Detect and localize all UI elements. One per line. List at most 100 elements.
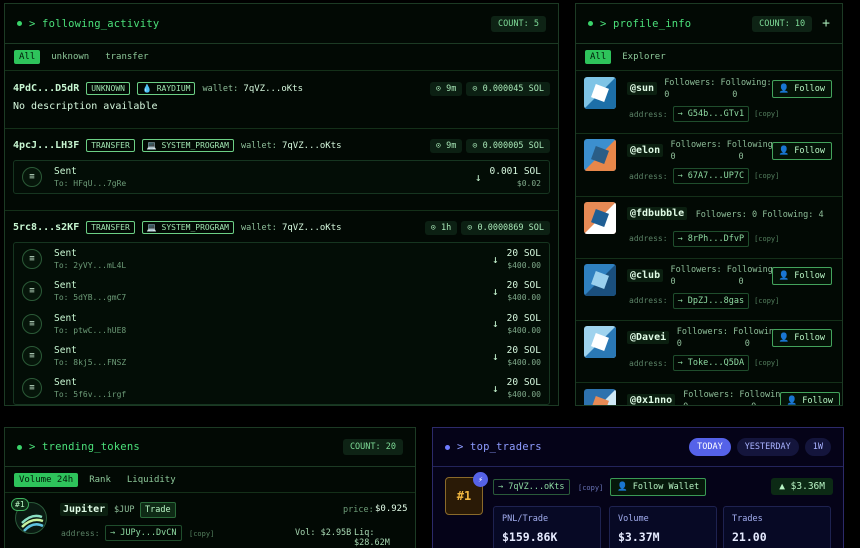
address-value[interactable]: → 8rPh...DfvP (672, 230, 750, 247)
transfer-row[interactable]: ≡ Sent To: HFqU...7gRe ↓ 0.001 SOL $0.02 (22, 161, 541, 193)
copy-address-button[interactable]: [copy] (754, 172, 779, 180)
avatar (584, 139, 616, 172)
transfer-row[interactable]: ≡ Sent To: 5dYB...gmC7 ↓ 20 SOL $400.00 (22, 275, 541, 307)
profile-username[interactable]: @club (627, 268, 664, 282)
filter-unknown[interactable]: unknown (46, 50, 94, 64)
copy-address-button[interactable]: [copy] (754, 297, 779, 305)
token-liquidity: Liq: $28.62M (354, 528, 390, 548)
following-label: Following: (726, 140, 778, 151)
program-tag: 💧 RAYDIUM (136, 82, 196, 95)
transfer-amount-group: ↓ 20 SOL $400.00 (492, 377, 541, 399)
followers-count: 0 (683, 401, 751, 406)
follow-wallet-button[interactable]: 👤 Follow Wallet (610, 478, 707, 496)
amount-usd: $400.00 (507, 261, 541, 271)
follow-button[interactable]: 👤 Follow (779, 391, 840, 406)
follow-labels: Followers: Following: (664, 77, 771, 89)
followers-count: 0 (670, 152, 676, 163)
filter-transfer[interactable]: transfer (100, 50, 153, 64)
follow-label: Follow (802, 395, 833, 406)
user-add-icon: 👤 (778, 270, 795, 281)
copy-address-button[interactable]: [copy] (754, 110, 779, 118)
follow-button[interactable]: 👤 Follow (771, 142, 832, 161)
profile-username[interactable]: @elon (627, 144, 664, 158)
following-count: 0 (744, 339, 750, 350)
transfer-row[interactable]: ≡ Sent To: 5f6v...irgf ↓ 20 SOL $400.00 (22, 372, 541, 404)
transfer-row[interactable]: ≡ Sent To: 2yVY...mL4L ↓ 20 SOL $400.00 (22, 243, 541, 275)
address-value[interactable]: → G54b...GTv1 (672, 106, 750, 122)
activity-item[interactable]: 5rc8...s2KF TRANSFER 💻 SYSTEM_PROGRAM walle… (5, 211, 558, 405)
follow-values: 00 (671, 276, 778, 288)
follow-label: Follow (794, 146, 825, 157)
profile-username[interactable]: @Davei (627, 331, 670, 345)
profile-row[interactable]: @Davei Followers: Following: 0 0 👤 Follow add… (576, 321, 842, 384)
transfer-row[interactable]: ≡ Sent To: 8kj5...FNSZ ↓ 20 SOL $400.00 (22, 340, 541, 372)
wallet-ref[interactable]: wallet: 7qVZ...oKts (241, 223, 342, 233)
trending-tokens-panel: > trending_tokens COUNT: 20 Volume 24h R… (4, 427, 416, 548)
panel-title: > top_traders (457, 441, 542, 453)
transfer-meta: Sent To: 5dYB...gmC7 (54, 280, 126, 302)
trader-wallet[interactable]: → 7qVZ...oKts (493, 479, 570, 495)
copy-address-button[interactable]: [copy] (189, 530, 214, 538)
amount-sol: 20 SOL (506, 280, 541, 292)
activity-item[interactable]: 4PdC...D5dR UNKNOWN 💧 RAYDIUM wallet: 7qVZ.… (5, 72, 558, 129)
sort-rank[interactable]: Rank (84, 473, 116, 487)
range-yesterday[interactable]: YESTERDAY (736, 438, 799, 456)
profile-row[interactable]: @0x1nnoFollowers: Following:00👤 Follow (576, 384, 842, 406)
address-value[interactable]: → 67A7...UP7C (672, 168, 750, 185)
activity-item[interactable]: 4pcJ...LH3F TRANSFER 💻 SYSTEM_PROGRAM walle… (5, 129, 558, 211)
wallet-ref[interactable]: wallet: 7qVZ...oKts (202, 84, 303, 94)
pnl-total-badge: ▲ $3.36M (771, 478, 833, 495)
profile-row[interactable]: @club Followers: Following: 0 0 👤 Follow addr… (576, 259, 842, 322)
follow-button[interactable]: 👤 Follow (771, 329, 832, 348)
follow-labels: Followers: Following: (683, 389, 790, 401)
profile-username[interactable]: @0x1nno (627, 393, 676, 405)
wallet-ref[interactable]: wallet: 7qVZ...oKts (241, 141, 342, 151)
profile-row[interactable]: @elon Followers: Following: 0 0 👤 Follow addr… (576, 134, 842, 197)
transfer-meta: Sent To: HFqU...7gRe (54, 166, 126, 188)
profile-row[interactable]: @fdbubble Followers: 0 Following: 4 addres… (576, 197, 842, 259)
follow-stats: Followers: 0 Following: 4 (696, 209, 824, 221)
profile-row[interactable]: @sun Followers: Following: 0 0 👤 Follow addre… (576, 72, 842, 135)
followers-label: Followers: (676, 327, 734, 338)
profile-username[interactable]: @sun (627, 82, 658, 95)
copy-wallet-button[interactable]: [copy] (578, 484, 603, 492)
following-count: 0 (732, 90, 738, 100)
filter-all[interactable]: All (585, 50, 612, 64)
address-value[interactable]: → DpZJ...8gas (672, 292, 750, 309)
token-address-label: address: (61, 529, 100, 538)
sort-liquidity[interactable]: Liquidity (122, 473, 181, 487)
transaction-signature[interactable]: 5rc8...s2KF (13, 222, 79, 233)
range-1w[interactable]: 1W (804, 438, 831, 456)
count-badge: COUNT: 10 (752, 15, 813, 32)
followers-count: Followers: 0 (695, 209, 763, 220)
program-tag: TRANSFER (86, 139, 135, 152)
address-value[interactable]: → Toke...Q5DA (672, 355, 750, 372)
identicon-icon (591, 388, 616, 405)
follow-stats: Followers: Following:00 (677, 326, 784, 350)
follow-button[interactable]: 👤 Follow (771, 266, 832, 285)
stat-value: $3.37M (618, 530, 660, 544)
transfer-row[interactable]: ≡ Sent To: ptwC...hUE8 ↓ 20 SOL $400.00 (22, 308, 541, 340)
transaction-signature[interactable]: 4PdC...D5dR (13, 83, 79, 94)
follow-button[interactable]: 👤 Follow (771, 80, 832, 98)
avatar (584, 388, 616, 405)
add-profile-icon[interactable]: + (822, 16, 830, 31)
filter-explorer[interactable]: Explorer (617, 50, 670, 64)
sort-volume-24h[interactable]: Volume 24h (14, 472, 79, 487)
range-today[interactable]: TODAY (689, 438, 731, 456)
token-address[interactable]: → JUPy...DvCN (105, 525, 182, 541)
transfer-icon: ≡ (22, 167, 42, 188)
profile-username[interactable]: @fdbubble (627, 206, 688, 220)
token-trade-button[interactable]: Trade (140, 502, 176, 518)
activity-header-row: 4pcJ...LH3F TRANSFER 💻 SYSTEM_PROGRAM walle… (13, 137, 550, 154)
transfer-recipient: To: 8kj5...FNSZ (54, 358, 127, 368)
transfer-amount-group: ↓ 20 SOL $400.00 (492, 345, 541, 367)
copy-address-button[interactable]: [copy] (754, 359, 779, 367)
transaction-signature[interactable]: 4pcJ...LH3F (13, 140, 79, 151)
filter-all[interactable]: All (14, 50, 41, 64)
copy-address-button[interactable]: [copy] (754, 235, 779, 243)
follow-label: Follow (794, 270, 825, 281)
count-badge: COUNT: 20 (342, 439, 403, 455)
token-row[interactable]: #1 Jupiter $JUP Trade price: $0.925 addr… (5, 494, 415, 548)
follow-stats: Followers: Following:00 (671, 139, 778, 163)
